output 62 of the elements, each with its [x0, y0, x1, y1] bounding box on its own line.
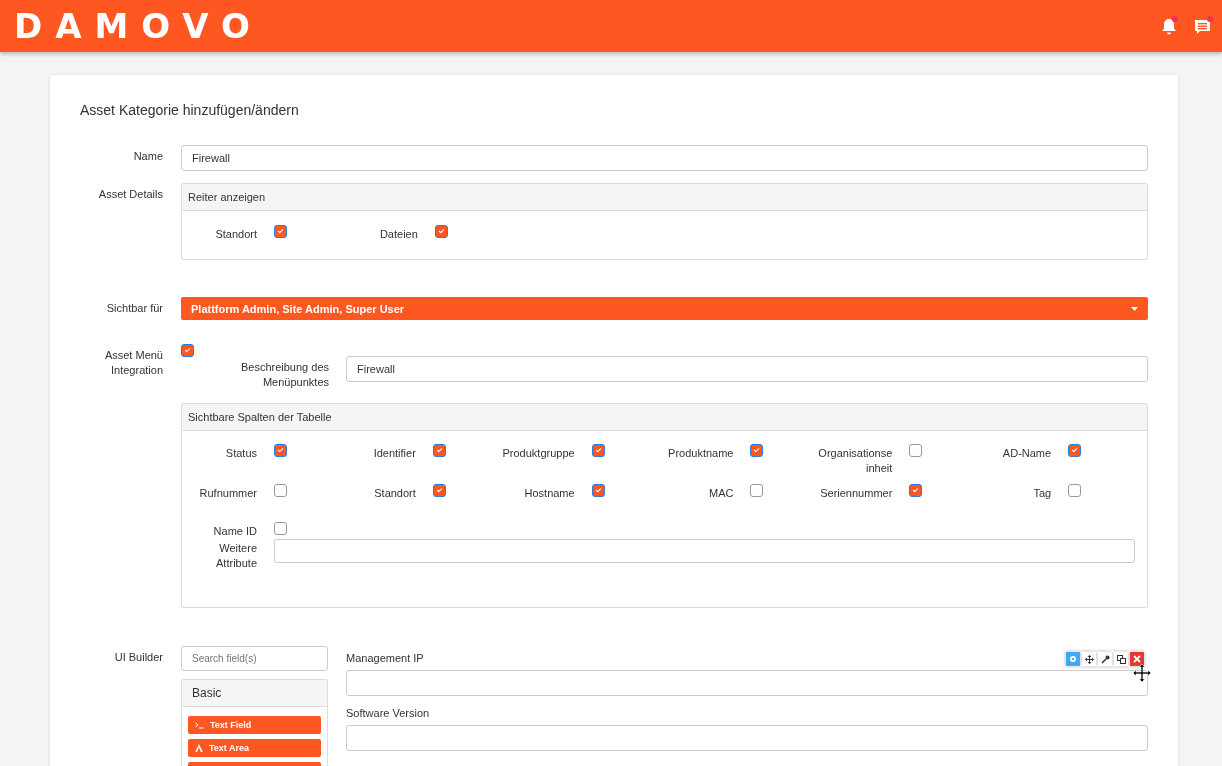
checkbox[interactable]	[432, 484, 446, 497]
prompt-icon	[195, 721, 204, 729]
delete-icon[interactable]	[1130, 652, 1144, 666]
checkbox[interactable]	[909, 484, 923, 497]
checkbox-label: AD-Name	[1001, 446, 1052, 461]
field-type-button[interactable]: Text Field	[188, 716, 321, 734]
chat-icon[interactable]	[1192, 15, 1214, 37]
logo: DAMOVO	[14, 6, 263, 46]
checkbox-label: Seriennummer	[819, 486, 893, 501]
checkbox[interactable]	[274, 522, 287, 535]
field-label: Beschreibung des Menüpunktes	[239, 360, 329, 390]
page-title: Asset Kategorie hinzufügen/ändern	[79, 101, 300, 119]
checkbox-label: Organisationseinheit	[817, 446, 893, 476]
checkbox-label: Standort	[214, 227, 257, 242]
checkbox-label: Hostname	[523, 486, 575, 501]
checkbox[interactable]	[181, 344, 194, 357]
checkbox[interactable]	[274, 444, 287, 457]
field-label: Asset Details	[97, 187, 163, 202]
checkbox[interactable]	[591, 484, 605, 497]
checkbox[interactable]	[432, 444, 446, 457]
checkbox[interactable]	[274, 484, 287, 497]
checkbox[interactable]	[1068, 484, 1082, 497]
field-type-button[interactable]: Text Area	[188, 739, 321, 757]
name-field[interactable]: Firewall	[181, 145, 1148, 171]
checkbox-label: Produktgruppe	[501, 446, 575, 461]
checkbox[interactable]	[750, 444, 764, 457]
letter-icon	[195, 744, 203, 752]
text-field[interactable]	[346, 725, 1148, 751]
checkbox[interactable]	[274, 225, 287, 238]
text-field[interactable]	[346, 670, 1148, 696]
checkbox-label: Tag	[1032, 486, 1052, 501]
panel-header: Sichtbare Spalten der Tabelle	[182, 404, 1147, 431]
panel-header: Basic	[182, 680, 327, 707]
field-label: Weitere Attribute	[215, 541, 257, 571]
field-label: UI Builder	[113, 650, 163, 665]
field-label: Name	[132, 149, 163, 164]
field-label: Sichtbar für	[105, 301, 163, 316]
checkbox[interactable]	[591, 444, 605, 457]
panel-header: Reiter anzeigen	[182, 184, 1147, 211]
search-field[interactable]: Search field(s)	[181, 646, 328, 671]
checkbox[interactable]	[1068, 444, 1082, 457]
checkbox-label: MAC	[708, 486, 734, 501]
checkbox-label: Dateien	[378, 227, 418, 242]
checkbox-label: Standort	[373, 486, 416, 501]
description-field[interactable]: Firewall	[346, 356, 1148, 382]
checkbox-label: Identifier	[372, 446, 416, 461]
field-label: Management IP	[346, 651, 424, 665]
field-label: Asset Menü Integration	[103, 348, 163, 378]
checkbox[interactable]	[750, 484, 764, 497]
role-select[interactable]: Plattform Admin, Site Admin, Super User	[181, 297, 1148, 320]
copy-icon[interactable]	[1114, 652, 1128, 666]
checkbox-label: Produktname	[667, 446, 734, 461]
move-icon[interactable]	[1082, 652, 1096, 666]
field-label: Software Version	[346, 706, 430, 720]
attributes-field[interactable]	[274, 539, 1135, 563]
checkbox-label: Rufnummer	[198, 486, 257, 501]
checkbox[interactable]	[909, 444, 923, 457]
caret-icon	[1131, 306, 1138, 311]
checkbox-label: Status	[224, 446, 257, 461]
wrench-icon[interactable]	[1098, 652, 1112, 666]
checkbox-label: Name ID	[212, 524, 257, 539]
checkbox[interactable]	[434, 225, 448, 238]
